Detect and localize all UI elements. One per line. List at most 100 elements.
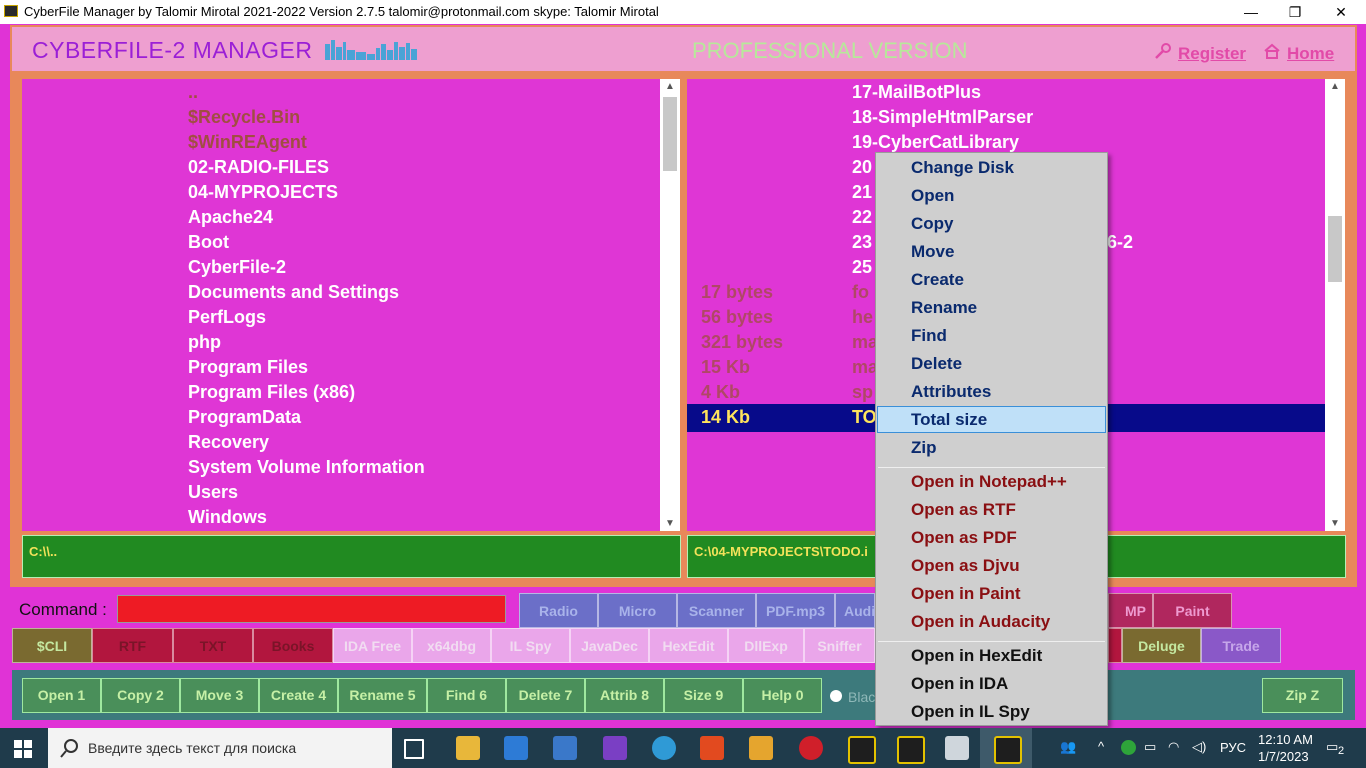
menu-item-open-audacity[interactable]: Open in Audacity — [911, 612, 1050, 632]
list-item[interactable]: 18-SimpleHtmlParser — [852, 107, 1033, 128]
tool-rtf-button[interactable]: RTF — [92, 628, 173, 663]
volume-icon[interactable]: ◁) — [1192, 739, 1206, 755]
tool-hidden-button[interactable] — [1108, 628, 1122, 663]
right-scrollbar[interactable]: ▲ ▼ — [1325, 79, 1345, 531]
tool-ilspy-button[interactable]: IL Spy — [491, 628, 570, 663]
taskbar-search[interactable]: Введите здесь текст для поиска — [48, 728, 392, 768]
scroll-down-icon[interactable]: ▼ — [1325, 518, 1345, 529]
menu-item-zip[interactable]: Zip — [911, 438, 937, 458]
list-item[interactable]: Program Files (x86) — [188, 382, 355, 403]
file-name[interactable]: he — [852, 307, 873, 328]
menu-item-total-size[interactable]: Total size — [911, 410, 987, 430]
menu-item-copy[interactable]: Copy — [911, 214, 954, 234]
cyberfile-icon-1[interactable] — [848, 736, 876, 764]
move-button[interactable]: Move 3 — [180, 678, 259, 713]
notification-icon[interactable]: ▭ — [1326, 739, 1338, 755]
menu-item-attributes[interactable]: Attributes — [911, 382, 991, 402]
list-item[interactable]: 25 — [852, 257, 872, 278]
command-input[interactable] — [117, 595, 506, 623]
tool-radio-button[interactable]: Radio — [519, 593, 598, 628]
menu-item-find[interactable]: Find — [911, 326, 947, 346]
tool-x64dbg-button[interactable]: x64dbg — [412, 628, 491, 663]
attrib-button[interactable]: Attrib 8 — [585, 678, 664, 713]
menu-item-move[interactable]: Move — [911, 242, 954, 262]
list-item[interactable]: Users — [188, 482, 238, 503]
menu-item-open-rtf[interactable]: Open as RTF — [911, 500, 1016, 520]
tool-javadec-button[interactable]: JavaDec — [570, 628, 649, 663]
menu-item-create[interactable]: Create — [911, 270, 964, 290]
find-button[interactable]: Find 6 — [427, 678, 506, 713]
menu-item-open-pdf[interactable]: Open as PDF — [911, 528, 1017, 548]
list-item[interactable]: 17-MailBotPlus — [852, 82, 981, 103]
list-item[interactable]: Program Files — [188, 357, 308, 378]
list-item[interactable]: 04-MYPROJECTS — [188, 182, 338, 203]
tray-check-icon[interactable] — [1121, 740, 1136, 755]
list-item[interactable]: 19-CyberCatLibrary — [852, 132, 1019, 153]
help-button[interactable]: Help 0 — [743, 678, 822, 713]
menu-item-open-paint[interactable]: Open in Paint — [911, 584, 1021, 604]
left-file-panel[interactable]: .. $Recycle.Bin $WinREAgent 02-RADIO-FIL… — [22, 79, 660, 531]
left-path-bar[interactable]: C:\\.. — [22, 535, 681, 578]
create-button[interactable]: Create 4 — [259, 678, 338, 713]
tool-sniffer-button[interactable]: Sniffer — [804, 628, 875, 663]
size-button[interactable]: Size 9 — [664, 678, 743, 713]
store-icon[interactable] — [504, 736, 528, 760]
tool-idafree-button[interactable]: IDA Free — [333, 628, 412, 663]
scroll-thumb[interactable] — [1328, 216, 1342, 282]
file-explorer-icon[interactable] — [456, 736, 480, 760]
selected-file-name[interactable]: TO — [852, 407, 877, 428]
home-link[interactable]: Home — [1263, 43, 1334, 64]
list-item[interactable]: PerfLogs — [188, 307, 266, 328]
scroll-thumb[interactable] — [663, 97, 677, 171]
list-item[interactable]: 21 — [852, 182, 872, 203]
visual-studio-icon[interactable] — [603, 736, 627, 760]
tool-micro-button[interactable]: Micro — [598, 593, 677, 628]
brave-icon[interactable] — [700, 736, 724, 760]
open-button[interactable]: Open 1 — [22, 678, 101, 713]
tool-paint-button[interactable]: Paint — [1153, 593, 1232, 628]
clock-date[interactable]: 1/7/2023 — [1258, 749, 1309, 764]
cyberfile-icon-active[interactable] — [994, 736, 1022, 764]
list-item[interactable]: 23 — [852, 232, 872, 253]
menu-item-open-djvu[interactable]: Open as Djvu — [911, 556, 1020, 576]
tool-dllexp-button[interactable]: DllExp — [728, 628, 804, 663]
menu-item-delete[interactable]: Delete — [911, 354, 962, 374]
edge-icon[interactable] — [652, 736, 676, 760]
menu-item-open[interactable]: Open — [911, 186, 954, 206]
document-app-icon[interactable] — [945, 736, 969, 760]
menu-item-open-hexedit[interactable]: Open in HexEdit — [911, 646, 1042, 666]
list-item[interactable]: ProgramData — [188, 407, 301, 428]
mail-icon[interactable] — [553, 736, 577, 760]
tool-books-button[interactable]: Books — [253, 628, 333, 663]
battery-icon[interactable]: ▭ — [1144, 739, 1156, 755]
theme-radio[interactable] — [830, 690, 842, 702]
tool-hexedit-button[interactable]: HexEdit — [649, 628, 728, 663]
clock-time[interactable]: 12:10 AM — [1258, 732, 1313, 747]
file-name[interactable]: sp — [852, 382, 873, 403]
tool-audio-button[interactable]: Audi — [835, 593, 875, 628]
scroll-up-icon[interactable]: ▲ — [660, 81, 680, 92]
list-item[interactable]: .. — [188, 82, 198, 103]
tray-expand-icon[interactable]: ^ — [1098, 739, 1104, 754]
list-item[interactable]: Apache24 — [188, 207, 273, 228]
list-item[interactable]: $WinREAgent — [188, 132, 307, 153]
menu-item-change-disk[interactable]: Change Disk — [911, 158, 1014, 178]
file-name[interactable]: fo — [852, 282, 869, 303]
delete-button[interactable]: Delete 7 — [506, 678, 585, 713]
cyberfile-icon-2[interactable] — [897, 736, 925, 764]
tool-txt-button[interactable]: TXT — [173, 628, 253, 663]
windows-start-icon[interactable] — [14, 740, 32, 763]
tool-cli-button[interactable]: $CLI — [12, 628, 92, 663]
restore-button[interactable]: ❐ — [1272, 0, 1318, 24]
menu-item-open-ida[interactable]: Open in IDA — [911, 674, 1008, 694]
scroll-down-icon[interactable]: ▼ — [660, 518, 680, 529]
app-tile-icon[interactable] — [749, 736, 773, 760]
list-item[interactable]: Documents and Settings — [188, 282, 399, 303]
list-item[interactable]: php — [188, 332, 221, 353]
tool-scanner-button[interactable]: Scanner — [677, 593, 756, 628]
task-view-icon[interactable] — [404, 739, 424, 759]
list-item[interactable]: 20 — [852, 157, 872, 178]
people-icon[interactable]: 👥 — [1060, 739, 1076, 755]
rename-button[interactable]: Rename 5 — [338, 678, 427, 713]
tool-pdfmp3-button[interactable]: PDF.mp3 — [756, 593, 835, 628]
